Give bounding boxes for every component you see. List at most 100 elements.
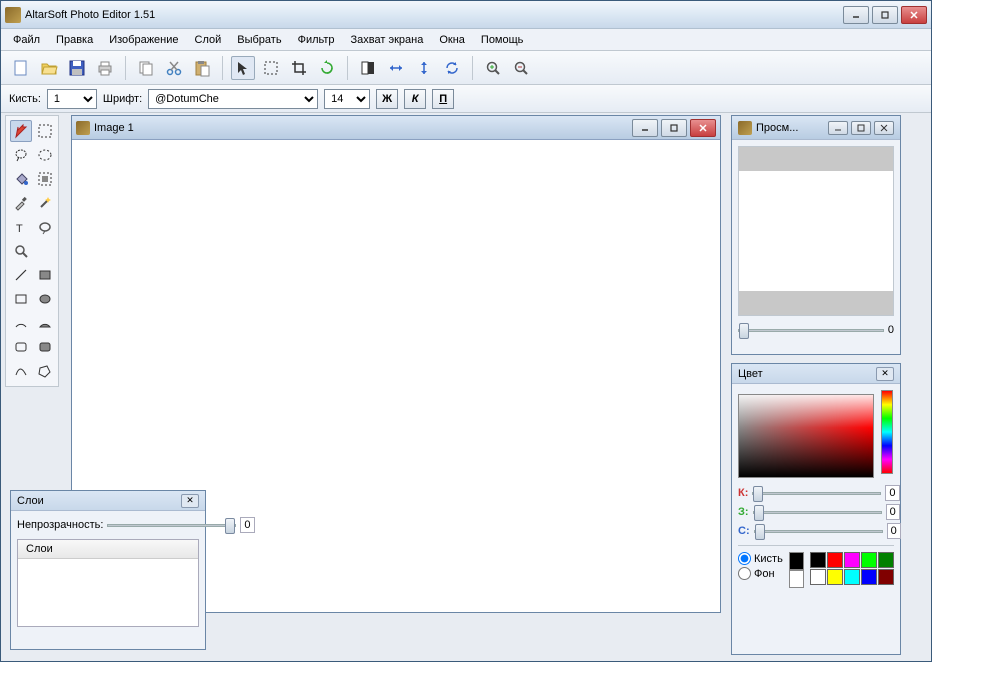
g-label: З:: [738, 506, 749, 518]
tool-arc-icon[interactable]: [10, 312, 32, 334]
underline-button[interactable]: П: [432, 89, 454, 109]
tool-smudge-icon[interactable]: [34, 216, 56, 238]
menu-edit[interactable]: Правка: [48, 31, 101, 49]
italic-button[interactable]: К: [404, 89, 426, 109]
font-select[interactable]: @DotumChe: [148, 89, 318, 109]
copy-icon[interactable]: [134, 56, 158, 80]
tool-filled-roundrect-icon[interactable]: [34, 336, 56, 358]
bg-radio[interactable]: Фон: [738, 567, 783, 580]
canvas-titlebar[interactable]: Image 1: [72, 116, 720, 140]
maximize-button[interactable]: [872, 6, 898, 24]
swatch[interactable]: [878, 552, 894, 568]
tool-polygon-icon[interactable]: [34, 360, 56, 382]
close-button[interactable]: [901, 6, 927, 24]
canvas-minimize-button[interactable]: [632, 119, 658, 137]
grayscale-icon[interactable]: [356, 56, 380, 80]
flip-v-icon[interactable]: [412, 56, 436, 80]
open-icon[interactable]: [37, 56, 61, 80]
zoom-out-icon[interactable]: [509, 56, 533, 80]
menu-file[interactable]: Файл: [5, 31, 48, 49]
menubar: Файл Правка Изображение Слой Выбрать Фил…: [1, 29, 931, 51]
color-title: Цвет: [738, 368, 876, 380]
layers-close-button[interactable]: ✕: [181, 494, 199, 508]
swatch[interactable]: [861, 569, 877, 585]
layers-list-header: Слои: [18, 540, 198, 559]
g-slider[interactable]: [753, 511, 882, 514]
color-gradient[interactable]: [738, 394, 874, 478]
tool-region-select-icon[interactable]: [34, 168, 56, 190]
new-icon[interactable]: [9, 56, 33, 80]
swatch[interactable]: [878, 569, 894, 585]
brush-size-select[interactable]: 1: [47, 89, 97, 109]
preview-zoom-slider[interactable]: [738, 329, 884, 332]
hue-slider[interactable]: [881, 390, 893, 474]
rotate-icon[interactable]: [315, 56, 339, 80]
menu-help[interactable]: Помощь: [473, 31, 532, 49]
marquee-icon[interactable]: [259, 56, 283, 80]
r-slider[interactable]: [752, 492, 881, 495]
menu-filter[interactable]: Фильтр: [290, 31, 343, 49]
menu-windows[interactable]: Окна: [431, 31, 473, 49]
tool-lasso-icon[interactable]: [10, 144, 32, 166]
color-titlebar[interactable]: Цвет ✕: [732, 364, 900, 384]
canvas-close-button[interactable]: [690, 119, 716, 137]
menu-select[interactable]: Выбрать: [229, 31, 289, 49]
tool-wand-icon[interactable]: [34, 192, 56, 214]
swatch[interactable]: [827, 552, 843, 568]
swatch[interactable]: [844, 552, 860, 568]
color-close-button[interactable]: ✕: [876, 367, 894, 381]
preview-titlebar[interactable]: Просм...: [732, 116, 900, 140]
menu-capture[interactable]: Захват экрана: [343, 31, 432, 49]
brush-radio[interactable]: Кисть: [738, 552, 783, 565]
refresh-icon[interactable]: [440, 56, 464, 80]
layers-titlebar[interactable]: Слои ✕: [11, 491, 205, 511]
font-size-select[interactable]: 14: [324, 89, 370, 109]
opacity-slider[interactable]: [107, 517, 236, 533]
crop-icon[interactable]: [287, 56, 311, 80]
minimize-button[interactable]: [843, 6, 869, 24]
tool-bucket-icon[interactable]: [10, 168, 32, 190]
tool-ellipse-select-icon[interactable]: [34, 144, 56, 166]
tool-rect-icon[interactable]: [10, 288, 32, 310]
swatch[interactable]: [810, 569, 826, 585]
titlebar[interactable]: AltarSoft Photo Editor 1.51: [1, 1, 931, 29]
tool-curve-icon[interactable]: [10, 360, 32, 382]
swatch[interactable]: [844, 569, 860, 585]
pointer-icon[interactable]: [231, 56, 255, 80]
b-slider[interactable]: [754, 530, 883, 533]
tool-zoom-icon[interactable]: [10, 240, 32, 262]
tool-roundrect-icon[interactable]: [10, 336, 32, 358]
swatch[interactable]: [827, 569, 843, 585]
color-palette[interactable]: [810, 552, 894, 585]
tool-text-icon[interactable]: T: [10, 216, 32, 238]
preview-thumbnail: [738, 146, 894, 316]
bold-button[interactable]: Ж: [376, 89, 398, 109]
tool-filled-ellipse-icon[interactable]: [34, 288, 56, 310]
menu-layer[interactable]: Слой: [187, 31, 230, 49]
tool-filled-arc-icon[interactable]: [34, 312, 56, 334]
flip-h-icon[interactable]: [384, 56, 408, 80]
tool-rect-select-icon[interactable]: [34, 120, 56, 142]
print-icon[interactable]: [93, 56, 117, 80]
svg-text:T: T: [16, 223, 23, 235]
b-label: С:: [738, 525, 750, 537]
preview-maximize-button[interactable]: [851, 121, 871, 135]
menu-image[interactable]: Изображение: [101, 31, 186, 49]
preview-close-button[interactable]: [874, 121, 894, 135]
preview-zoom-value: 0: [888, 324, 894, 336]
swatch[interactable]: [810, 552, 826, 568]
cut-icon[interactable]: [162, 56, 186, 80]
tool-arrow-icon[interactable]: [10, 120, 32, 142]
paste-icon[interactable]: [190, 56, 214, 80]
preview-panel: Просм... 0: [731, 115, 901, 355]
preview-minimize-button[interactable]: [828, 121, 848, 135]
save-icon[interactable]: [65, 56, 89, 80]
tool-eyedropper-icon[interactable]: [10, 192, 32, 214]
canvas-maximize-button[interactable]: [661, 119, 687, 137]
tool-line-icon[interactable]: [10, 264, 32, 286]
layers-list[interactable]: Слои: [17, 539, 199, 627]
zoom-in-icon[interactable]: [481, 56, 505, 80]
opacity-value: 0: [240, 517, 254, 533]
tool-filled-rect-icon[interactable]: [34, 264, 56, 286]
swatch[interactable]: [861, 552, 877, 568]
